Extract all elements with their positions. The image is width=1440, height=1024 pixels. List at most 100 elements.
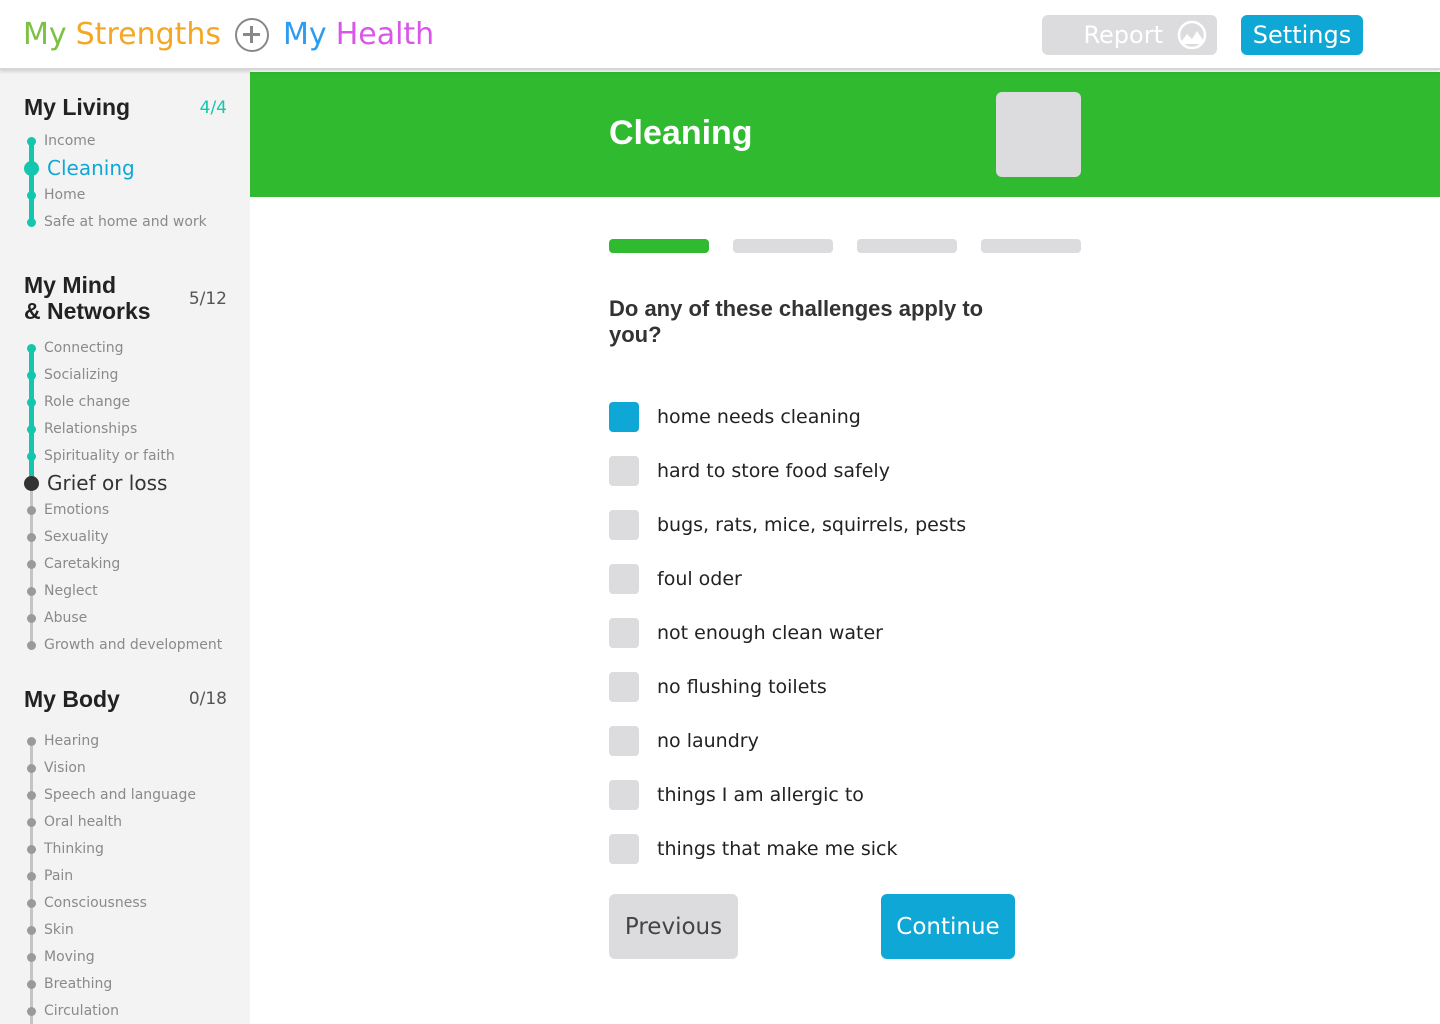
sidebar-item-label: Oral health — [44, 814, 123, 830]
sidebar-item-sexuality[interactable]: Sexuality — [0, 524, 250, 551]
checkbox[interactable] — [609, 618, 639, 648]
checkbox[interactable] — [609, 672, 639, 702]
sidebar-item-label: Consciousness — [44, 895, 147, 911]
continue-button[interactable]: Continue — [881, 894, 1015, 959]
sidebar-item-label: Abuse — [44, 610, 88, 626]
option-no-laundry[interactable]: no laundry — [609, 714, 966, 768]
step-progress — [609, 239, 1081, 253]
sidebar-item-label: Safe at home and work — [44, 214, 207, 230]
sidebar-item-speech-and-language[interactable]: Speech and language — [0, 782, 250, 809]
sidebar-item-label: Moving — [44, 949, 95, 965]
option-things-that-make-me-sick[interactable]: things that make me sick — [609, 822, 966, 876]
sidebar-item-thinking[interactable]: Thinking — [0, 836, 250, 863]
sidebar: My Living 4/4 Income Cleaning Home Safe … — [0, 70, 250, 1024]
sidebar-item-home[interactable]: Home — [0, 182, 250, 209]
sidebar-item-circulation[interactable]: Circulation — [0, 998, 250, 1024]
report-button[interactable]: Report — [1042, 15, 1217, 55]
section-count-my-mind-networks: 5/12 — [188, 289, 227, 309]
sidebar-item-label: Pain — [44, 868, 74, 884]
sidebar-item-label: Home — [44, 187, 86, 203]
option-label: not enough clean water — [657, 622, 883, 644]
sidebar-item-abuse[interactable]: Abuse — [0, 605, 250, 632]
checkbox[interactable] — [609, 456, 639, 486]
sidebar-item-spirituality-or-faith[interactable]: Spirituality or faith — [0, 443, 250, 470]
option-no-flushing-toilets[interactable]: no flushing toilets — [609, 660, 966, 714]
settings-button[interactable]: Settings — [1241, 15, 1363, 55]
sidebar-item-label: Income — [44, 133, 96, 149]
section-title-my-body[interactable]: My Body — [24, 686, 120, 712]
option-label: foul oder — [657, 568, 742, 590]
sidebar-item-label: Neglect — [44, 583, 98, 599]
sidebar-item-caretaking[interactable]: Caretaking — [0, 551, 250, 578]
option-label: no laundry — [657, 730, 759, 752]
page-title: Cleaning — [609, 114, 753, 152]
checkbox[interactable] — [609, 510, 639, 540]
pending-dot-icon — [27, 641, 36, 650]
sidebar-item-breathing[interactable]: Breathing — [0, 971, 250, 998]
option-things-i-am-allergic-to[interactable]: things I am allergic to — [609, 768, 966, 822]
option-label: home needs cleaning — [657, 406, 861, 428]
option-label: things I am allergic to — [657, 784, 864, 806]
pending-dot-icon — [27, 506, 36, 515]
checkbox[interactable] — [609, 780, 639, 810]
sidebar-item-label: Caretaking — [44, 556, 121, 572]
sidebar-item-label: Speech and language — [44, 787, 196, 803]
sidebar-item-growth-and-development[interactable]: Growth and development — [0, 632, 250, 659]
sidebar-item-pain[interactable]: Pain — [0, 863, 250, 890]
sidebar-item-label: Emotions — [44, 502, 110, 518]
top-header: My Strengths My Health Report Settings — [0, 0, 1440, 70]
section-title-my-mind-networks[interactable]: My Mind & Networks — [24, 272, 151, 324]
brand-word-my-2: My — [283, 17, 327, 52]
sidebar-item-emotions[interactable]: Emotions — [0, 497, 250, 524]
sidebar-item-role-change[interactable]: Role change — [0, 389, 250, 416]
sidebar-item-safe-at-home-and-work[interactable]: Safe at home and work — [0, 209, 250, 236]
sidebar-item-oral-health[interactable]: Oral health — [0, 809, 250, 836]
pending-dot-icon — [27, 899, 36, 908]
topic-image-placeholder — [996, 92, 1081, 177]
pending-dot-icon — [27, 980, 36, 989]
section-title-my-living[interactable]: My Living — [24, 94, 130, 120]
done-dot-icon — [27, 218, 36, 227]
challenge-options: home needs cleaning hard to store food s… — [609, 390, 966, 876]
option-not-enough-clean-water[interactable]: not enough clean water — [609, 606, 966, 660]
option-label: hard to store food safely — [657, 460, 890, 482]
option-pests[interactable]: bugs, rats, mice, squirrels, pests — [609, 498, 966, 552]
sidebar-item-moving[interactable]: Moving — [0, 944, 250, 971]
section-nav-my-body: Hearing Vision Speech and language Oral … — [0, 728, 250, 1024]
option-foul-oder[interactable]: foul oder — [609, 552, 966, 606]
checkbox[interactable] — [609, 726, 639, 756]
option-hard-to-store-food-safely[interactable]: hard to store food safely — [609, 444, 966, 498]
pending-dot-icon — [27, 872, 36, 881]
sidebar-item-label: Spirituality or faith — [44, 448, 175, 464]
sidebar-item-cleaning[interactable]: Cleaning — [0, 155, 250, 182]
checkbox[interactable] — [609, 564, 639, 594]
sidebar-item-label: Socializing — [44, 367, 119, 383]
progress-step-4 — [981, 239, 1081, 253]
sidebar-item-label: Vision — [44, 760, 86, 776]
previous-button[interactable]: Previous — [609, 894, 738, 959]
sidebar-item-vision[interactable]: Vision — [0, 755, 250, 782]
topic-banner: Cleaning — [250, 72, 1440, 197]
done-dot-icon — [27, 191, 36, 200]
sidebar-item-hearing[interactable]: Hearing — [0, 728, 250, 755]
sidebar-item-socializing[interactable]: Socializing — [0, 362, 250, 389]
sidebar-item-grief-or-loss[interactable]: Grief or loss — [0, 470, 250, 497]
sidebar-item-label: Relationships — [44, 421, 138, 437]
sidebar-item-label: Hearing — [44, 733, 100, 749]
app-logo[interactable]: My Strengths My Health — [23, 17, 434, 52]
sidebar-item-connecting[interactable]: Connecting — [0, 335, 250, 362]
checkbox[interactable] — [609, 834, 639, 864]
sidebar-item-consciousness[interactable]: Consciousness — [0, 890, 250, 917]
pending-dot-icon — [27, 791, 36, 800]
sidebar-item-relationships[interactable]: Relationships — [0, 416, 250, 443]
sidebar-item-income[interactable]: Income — [0, 128, 250, 155]
sidebar-item-skin[interactable]: Skin — [0, 917, 250, 944]
option-home-needs-cleaning[interactable]: home needs cleaning — [609, 390, 966, 444]
section-count-my-living: 4/4 — [199, 98, 227, 118]
done-dot-icon — [27, 398, 36, 407]
done-dot-icon — [27, 425, 36, 434]
sidebar-item-label: Role change — [44, 394, 131, 410]
sidebar-item-neglect[interactable]: Neglect — [0, 578, 250, 605]
checkbox-checked[interactable] — [609, 402, 639, 432]
brand-word-my-1: My — [23, 17, 67, 52]
